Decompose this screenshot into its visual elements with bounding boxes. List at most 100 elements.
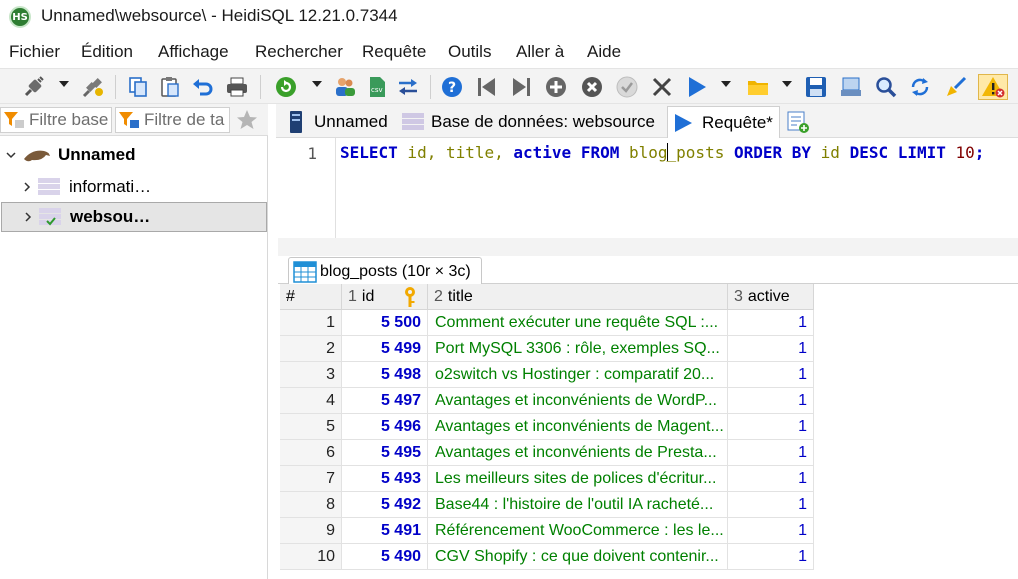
- active-cell[interactable]: 1: [728, 414, 814, 440]
- editor-result-splitter[interactable]: [278, 238, 1018, 256]
- id-cell[interactable]: 5 490: [342, 544, 428, 570]
- delete-record-icon[interactable]: [579, 74, 605, 100]
- clear-icon[interactable]: [943, 74, 969, 100]
- chevron-down-icon[interactable]: [4, 148, 18, 162]
- refresh-icon[interactable]: [273, 74, 299, 100]
- column-header-active[interactable]: 3 active: [728, 284, 814, 310]
- active-cell[interactable]: 1: [728, 544, 814, 570]
- favorite-star-icon[interactable]: [235, 108, 259, 132]
- undo-icon[interactable]: [190, 74, 216, 100]
- row-number-cell[interactable]: 6: [280, 440, 342, 466]
- execute-icon[interactable]: [684, 74, 710, 100]
- title-cell[interactable]: CGV Shopify : ce que doivent contenir...: [428, 544, 728, 570]
- row-number-cell[interactable]: 4: [280, 388, 342, 414]
- active-cell[interactable]: 1: [728, 518, 814, 544]
- table-row[interactable]: 85 492 Base44 : l'histoire de l'outil IA …: [280, 492, 814, 518]
- id-cell[interactable]: 5 492: [342, 492, 428, 518]
- menu-fichier[interactable]: Fichier: [9, 42, 60, 62]
- row-number-cell[interactable]: 10: [280, 544, 342, 570]
- table-row[interactable]: 45 497 Avantages et inconvénients de Word…: [280, 388, 814, 414]
- sql-code-line[interactable]: SELECT id, title, active FROM blog_posts…: [340, 143, 984, 162]
- open-file-dropdown-arrow[interactable]: [782, 81, 792, 87]
- table-row[interactable]: 55 496 Avantages et inconvénients de Mage…: [280, 414, 814, 440]
- warning-icon[interactable]: [978, 74, 1008, 100]
- table-row[interactable]: 25 499 Port MySQL 3306 : rôle, exemples S…: [280, 336, 814, 362]
- title-cell[interactable]: Port MySQL 3306 : rôle, exemples SQ...: [428, 336, 728, 362]
- id-cell[interactable]: 5 499: [342, 336, 428, 362]
- export-csv-icon[interactable]: csv: [364, 74, 390, 100]
- title-cell[interactable]: Comment exécuter une requête SQL :...: [428, 310, 728, 336]
- active-cell[interactable]: 1: [728, 492, 814, 518]
- last-record-icon[interactable]: [508, 74, 534, 100]
- menu-edition[interactable]: Édition: [81, 42, 133, 62]
- title-cell[interactable]: Base44 : l'histoire de l'outil IA rachet…: [428, 492, 728, 518]
- save-snippet-icon[interactable]: [838, 74, 864, 100]
- table-row[interactable]: 65 495 Avantages et inconvénients de Pres…: [280, 440, 814, 466]
- id-cell[interactable]: 5 496: [342, 414, 428, 440]
- print-icon[interactable]: [224, 74, 250, 100]
- database-filter-input[interactable]: Filtre base: [0, 107, 112, 133]
- chevron-right-icon[interactable]: [20, 180, 34, 194]
- execute-dropdown-arrow[interactable]: [721, 81, 731, 87]
- active-cell[interactable]: 1: [728, 466, 814, 492]
- id-cell[interactable]: 5 500: [342, 310, 428, 336]
- row-number-cell[interactable]: 3: [280, 362, 342, 388]
- title-cell[interactable]: Les meilleurs sites de polices d'écritur…: [428, 466, 728, 492]
- title-cell[interactable]: Avantages et inconvénients de Presta...: [428, 440, 728, 466]
- tab-database-websource[interactable]: Base de données: websource: [397, 106, 665, 138]
- id-cell[interactable]: 5 491: [342, 518, 428, 544]
- id-cell[interactable]: 5 493: [342, 466, 428, 492]
- active-cell[interactable]: 1: [728, 310, 814, 336]
- refresh-dropdown-arrow[interactable]: [312, 81, 322, 87]
- data-transfer-icon[interactable]: [395, 74, 421, 100]
- active-cell[interactable]: 1: [728, 362, 814, 388]
- open-file-icon[interactable]: [745, 74, 771, 100]
- post-record-icon[interactable]: [614, 74, 640, 100]
- tree-root-unnamed[interactable]: Unnamed: [4, 140, 135, 170]
- column-header-rownum[interactable]: #: [280, 284, 342, 310]
- save-icon[interactable]: [803, 74, 829, 100]
- title-cell[interactable]: o2switch vs Hostinger : comparatif 20...: [428, 362, 728, 388]
- row-number-cell[interactable]: 8: [280, 492, 342, 518]
- chevron-right-icon[interactable]: [21, 210, 35, 224]
- menu-outils[interactable]: Outils: [448, 42, 491, 62]
- table-filter-input[interactable]: Filtre de ta: [115, 107, 230, 133]
- disconnect-icon[interactable]: [80, 74, 106, 100]
- row-number-cell[interactable]: 7: [280, 466, 342, 492]
- result-tab-blog-posts[interactable]: blog_posts (10r × 3c): [288, 257, 482, 285]
- first-record-icon[interactable]: [474, 74, 500, 100]
- tab-query[interactable]: Requête*: [667, 106, 780, 138]
- table-row[interactable]: 35 498 o2switch vs Hostinger : comparatif…: [280, 362, 814, 388]
- sql-editor[interactable]: 1 SELECT id, title, active FROM blog_pos…: [278, 138, 1018, 238]
- table-row[interactable]: 95 491 Référencement WooCommerce : les le…: [280, 518, 814, 544]
- id-cell[interactable]: 5 498: [342, 362, 428, 388]
- menu-aller-a[interactable]: Aller à: [516, 42, 564, 62]
- active-cell[interactable]: 1: [728, 440, 814, 466]
- active-cell[interactable]: 1: [728, 388, 814, 414]
- tab-unnamed[interactable]: Unnamed: [282, 106, 392, 138]
- user-manager-icon[interactable]: [332, 74, 358, 100]
- menu-affichage[interactable]: Affichage: [158, 42, 229, 62]
- menu-rechercher[interactable]: Rechercher: [255, 42, 343, 62]
- row-number-cell[interactable]: 2: [280, 336, 342, 362]
- table-row[interactable]: 75 493 Les meilleurs sites de polices d'é…: [280, 466, 814, 492]
- table-row[interactable]: 10 5 490 CGV Shopify : ce que doivent cont…: [280, 544, 814, 570]
- title-cell[interactable]: Référencement WooCommerce : les le...: [428, 518, 728, 544]
- insert-record-icon[interactable]: [543, 74, 569, 100]
- copy-icon[interactable]: [125, 74, 151, 100]
- paste-icon[interactable]: [157, 74, 183, 100]
- table-row[interactable]: 1 5 500 Comment exécuter une requête SQL :…: [280, 310, 814, 336]
- title-cell[interactable]: Avantages et inconvénients de Magent...: [428, 414, 728, 440]
- help-icon[interactable]: ?: [439, 74, 465, 100]
- menu-requete[interactable]: Requête: [362, 42, 426, 62]
- cancel-record-icon[interactable]: [649, 74, 675, 100]
- row-number-cell[interactable]: 5: [280, 414, 342, 440]
- find-icon[interactable]: [873, 74, 899, 100]
- replace-icon[interactable]: [907, 74, 933, 100]
- column-header-id[interactable]: 1 id: [342, 284, 428, 310]
- id-cell[interactable]: 5 495: [342, 440, 428, 466]
- tree-item-websource[interactable]: websou…: [1, 202, 267, 232]
- title-cell[interactable]: Avantages et inconvénients de WordP...: [428, 388, 728, 414]
- column-header-title[interactable]: 2 title: [428, 284, 728, 310]
- connect-dropdown-arrow[interactable]: [59, 81, 69, 87]
